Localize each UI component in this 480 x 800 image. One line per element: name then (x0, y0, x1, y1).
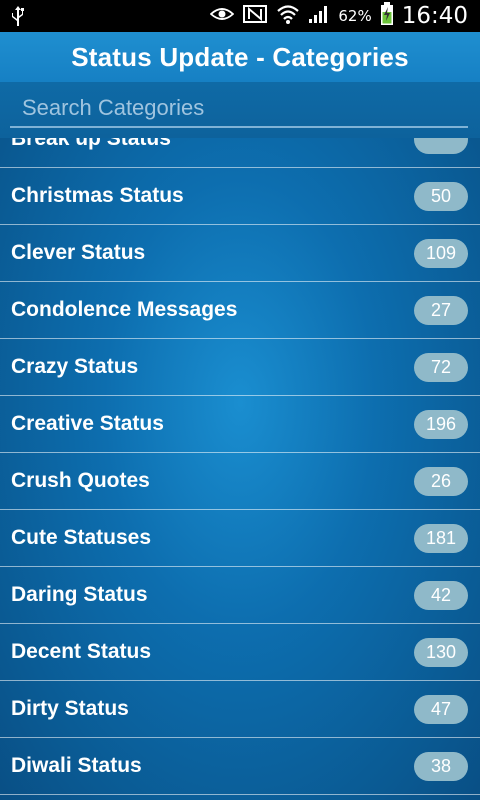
list-item[interactable]: Daring Status 42 (0, 567, 480, 624)
search-bar (0, 82, 480, 138)
list-item[interactable]: Clever Status 109 (0, 225, 480, 282)
clock: 16:40 (401, 3, 468, 29)
list-item[interactable]: Creative Status 196 (0, 396, 480, 453)
action-bar: Status Update - Categories (0, 32, 480, 82)
list-item[interactable]: Cute Statuses 181 (0, 510, 480, 567)
count-badge: 50 (414, 182, 468, 211)
category-rows: Break up Status Christmas Status 50 Clever … (0, 138, 480, 795)
category-label: Dirty Status (11, 697, 129, 720)
category-label: Christmas Status (11, 184, 184, 207)
list-item[interactable]: Crazy Status 72 (0, 339, 480, 396)
count-badge: 72 (414, 353, 468, 382)
list-item[interactable]: Decent Status 130 (0, 624, 480, 681)
eye-icon (210, 6, 235, 27)
count-badge: 38 (414, 752, 468, 781)
signal-icon (308, 4, 330, 29)
status-bar: 62% 16:40 (0, 0, 480, 32)
category-label: Decent Status (11, 640, 152, 663)
category-label: Condolence Messages (11, 298, 238, 321)
list-item[interactable]: Break up Status (0, 138, 480, 168)
category-list[interactable]: Break up Status Christmas Status 50 Clever … (0, 138, 480, 800)
count-badge: 130 (414, 638, 468, 667)
count-badge: 196 (414, 410, 468, 439)
battery-percent: 62% (338, 7, 372, 25)
category-label: Clever Status (11, 241, 146, 264)
category-label: Cute Statuses (11, 526, 152, 549)
category-label: Crush Quotes (11, 469, 150, 492)
wifi-icon (276, 3, 300, 30)
search-input[interactable] (10, 90, 468, 128)
list-item[interactable]: Crush Quotes 26 (0, 453, 480, 510)
page-title: Status Update - Categories (71, 42, 409, 72)
count-badge: 27 (414, 296, 468, 325)
list-item[interactable]: Christmas Status 50 (0, 168, 480, 225)
count-badge (414, 138, 468, 154)
category-label: Diwali Status (11, 754, 142, 777)
category-label: Creative Status (11, 412, 164, 435)
list-item[interactable]: Dirty Status 47 (0, 681, 480, 738)
count-badge: 26 (414, 467, 468, 496)
category-label: Crazy Status (11, 355, 139, 378)
category-label: Daring Status (11, 583, 148, 606)
category-label: Break up Status (11, 138, 171, 150)
count-badge: 42 (414, 581, 468, 610)
usb-icon (10, 5, 26, 32)
battery-charging-icon (380, 1, 394, 31)
nfc-icon (242, 4, 268, 29)
count-badge: 181 (414, 524, 468, 553)
count-badge: 109 (414, 239, 468, 268)
list-item[interactable]: Diwali Status 38 (0, 738, 480, 795)
list-item[interactable]: Condolence Messages 27 (0, 282, 480, 339)
count-badge: 47 (414, 695, 468, 724)
